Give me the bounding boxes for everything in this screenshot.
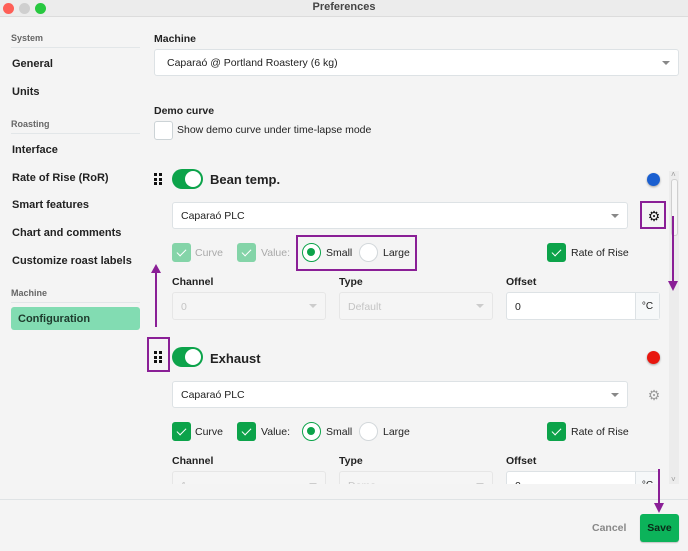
sidebar-item-units[interactable]: Units <box>12 86 40 98</box>
demo-curve-checkbox[interactable] <box>154 121 173 140</box>
exhaust-toggle[interactable] <box>172 347 203 367</box>
bean-temp-offset-value: 0 <box>515 301 521 313</box>
exhaust-size-large-radio[interactable] <box>359 422 378 441</box>
annotation-highlight-size <box>296 235 417 271</box>
bean-temp-color-swatch[interactable] <box>647 173 660 186</box>
exhaust-curve-label: Curve <box>195 426 224 438</box>
drag-handle-icon[interactable] <box>154 351 163 363</box>
exhaust-fields-row: Channel 1 Type Demo Offset 0 °C <box>148 450 668 484</box>
bean-temp-channel-select[interactable]: 0 <box>172 292 326 320</box>
exhaust-color-swatch[interactable] <box>647 351 660 364</box>
annotation-arrow-scroll <box>672 216 674 282</box>
chevron-down-icon <box>476 483 484 484</box>
exhaust-settings-gear-icon[interactable]: ⚙ <box>647 388 661 402</box>
bean-temp-value-checkbox[interactable] <box>237 243 256 262</box>
save-button[interactable]: Save <box>640 514 679 542</box>
bean-temp-offset-input[interactable]: 0 °C <box>506 292 660 320</box>
exhaust-value-checkbox[interactable] <box>237 422 256 441</box>
machine-select[interactable]: Caparaó @ Portland Roastery (6 kg) <box>154 49 679 76</box>
scroll-down-icon[interactable]: ˅ <box>671 475 676 484</box>
exhaust-type-label: Type <box>339 455 363 467</box>
sidebar-section-roasting: Roasting <box>11 119 140 134</box>
bean-temp-source-select[interactable]: Caparaó PLC <box>172 202 628 229</box>
sidebar-item-customize-roast-labels[interactable]: Customize roast labels <box>12 255 132 267</box>
bean-temp-offset-label: Offset <box>506 276 537 288</box>
annotation-highlight-gear <box>640 201 666 229</box>
chevron-down-icon <box>476 304 484 308</box>
bean-temp-toggle[interactable] <box>172 169 203 189</box>
annotation-arrowhead-scroll <box>668 281 678 291</box>
exhaust-channel-label: Channel <box>172 455 214 467</box>
chevron-down-icon <box>611 393 619 397</box>
exhaust-type-select[interactable]: Demo <box>339 471 493 484</box>
sidebar-item-configuration[interactable]: Configuration <box>11 307 140 330</box>
sidebar-item-chart-and-comments[interactable]: Chart and comments <box>12 227 121 239</box>
bean-temp-type-label: Type <box>339 276 363 288</box>
drag-handle-icon[interactable] <box>154 173 163 185</box>
sidebar-item-interface[interactable]: Interface <box>12 144 58 156</box>
bean-temp-type-select[interactable]: Default <box>339 292 493 320</box>
sidebar-item-smart-features[interactable]: Smart features <box>12 199 89 211</box>
bean-temp-offset-unit: °C <box>635 293 659 319</box>
exhaust-type-value: Demo <box>348 480 376 484</box>
sidebar-item-rate-of-rise[interactable]: Rate of Rise (RoR) <box>12 172 109 184</box>
footer <box>0 499 688 551</box>
bean-temp-channel-label: Channel <box>172 276 214 288</box>
exhaust-ror-checkbox[interactable] <box>547 422 566 441</box>
bean-temp-source-value: Caparaó PLC <box>181 210 245 222</box>
bean-temp-channel-value: 0 <box>181 301 187 313</box>
exhaust-size-small-label: Small <box>326 426 353 438</box>
chevron-down-icon <box>662 61 670 65</box>
chevron-down-icon <box>309 483 317 484</box>
annotation-arrow-up <box>155 272 157 327</box>
annotation-arrowhead-save <box>654 503 664 513</box>
sidebar-section-system: System <box>11 33 140 48</box>
cancel-button[interactable]: Cancel <box>592 522 626 534</box>
bean-temp-title: Bean temp. <box>210 172 281 187</box>
exhaust-curve-checkbox[interactable] <box>172 422 191 441</box>
exhaust-channel-value: 1 <box>181 480 187 484</box>
exhaust-size-large-label: Large <box>383 426 410 438</box>
chevron-down-icon <box>309 304 317 308</box>
bean-temp-curve-label: Curve <box>195 247 224 259</box>
chevron-down-icon <box>611 214 619 218</box>
bean-temp-type-value: Default <box>348 301 382 313</box>
bean-temp-value-label: Value: <box>261 247 290 259</box>
sidebar-section-machine: Machine <box>11 288 140 303</box>
exhaust-source-select[interactable]: Caparaó PLC <box>172 381 628 408</box>
exhaust-offset-label: Offset <box>506 455 537 467</box>
window-title: Preferences <box>312 1 376 13</box>
exhaust-channel-select[interactable]: 1 <box>172 471 326 484</box>
exhaust-ror-label: Rate of Rise <box>571 426 629 438</box>
exhaust-title: Exhaust <box>210 351 261 366</box>
annotation-arrow-save <box>658 469 660 505</box>
demo-curve-checkbox-label: Show demo curve under time-lapse mode <box>177 124 372 136</box>
annotation-arrowhead-up <box>151 264 161 273</box>
machine-select-value: Caparaó @ Portland Roastery (6 kg) <box>167 57 338 69</box>
bean-temp-ror-label: Rate of Rise <box>571 247 629 259</box>
exhaust-size-small-radio[interactable] <box>302 422 321 441</box>
demo-curve-label: Demo curve <box>154 105 215 117</box>
exhaust-offset-input[interactable]: 0 °C <box>506 471 660 484</box>
machine-label: Machine <box>154 33 197 45</box>
bean-temp-ror-checkbox[interactable] <box>547 243 566 262</box>
exhaust-offset-value: 0 <box>515 480 521 484</box>
sidebar: System General Units Roasting Interface … <box>0 18 148 551</box>
sidebar-item-general[interactable]: General <box>12 58 53 70</box>
scroll-up-icon[interactable]: ˄ <box>671 170 676 179</box>
exhaust-value-label: Value: <box>261 426 290 438</box>
bean-temp-curve-checkbox[interactable] <box>172 243 191 262</box>
title-bar: Preferences <box>0 0 688 17</box>
exhaust-offset-unit: °C <box>635 472 659 484</box>
exhaust-source-value: Caparaó PLC <box>181 389 245 401</box>
